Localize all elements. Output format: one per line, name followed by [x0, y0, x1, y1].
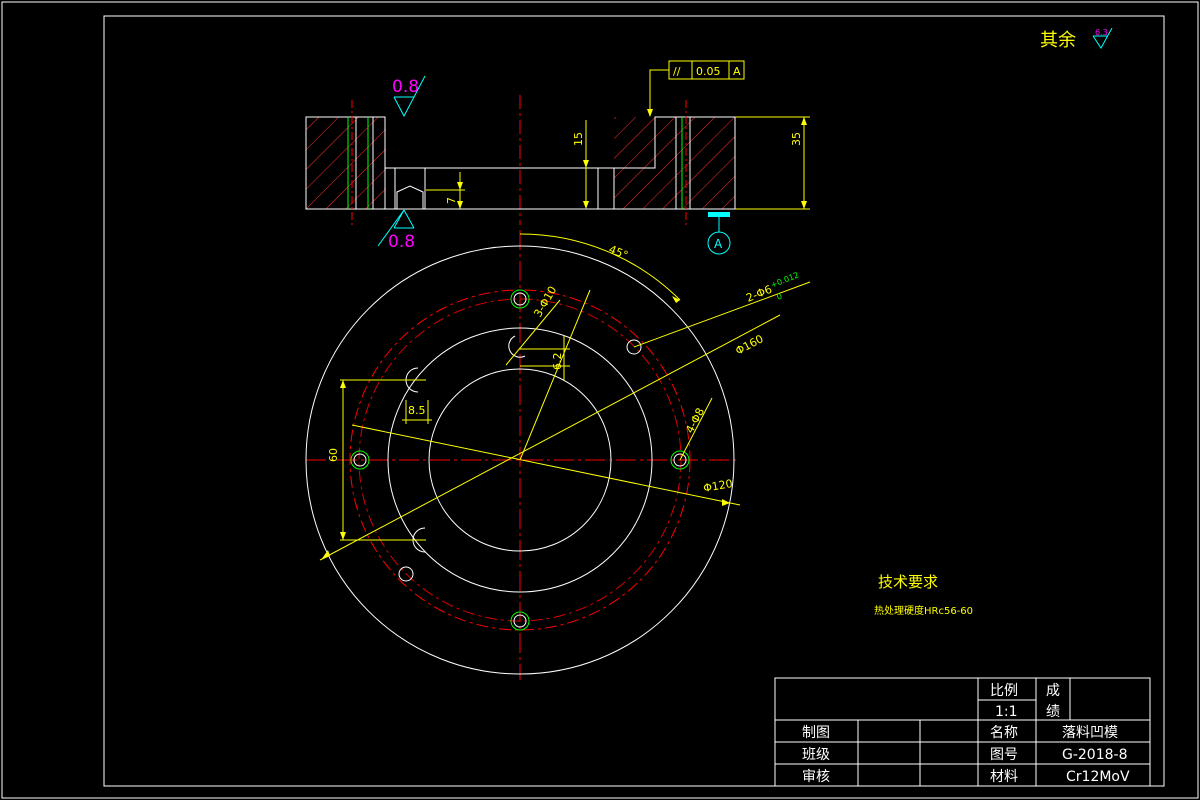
grade-label-2: 绩: [1046, 704, 1060, 720]
other-roughness-note: 其余 6.3: [1040, 27, 1113, 51]
material-label: 材料: [990, 769, 1018, 785]
total-height-dim: 35: [790, 132, 803, 146]
bolt-circle-dim: Φ120: [702, 477, 733, 495]
svg-text:0.8: 0.8: [388, 232, 415, 252]
tech-requirements: 技术要求 热处理硬度HRc56-60: [874, 573, 973, 617]
name-value: 落料凹模: [1062, 725, 1118, 741]
check-label: 审核: [802, 769, 830, 785]
svg-text://: //: [673, 65, 681, 78]
svg-text:A: A: [714, 237, 723, 251]
step-height-dim: 7: [445, 197, 458, 204]
name-label: 名称: [990, 725, 1018, 741]
hatch-right: [614, 117, 735, 209]
pin-tol-lower: 0: [775, 292, 783, 302]
svg-text:A: A: [733, 65, 741, 78]
angle-dim: 45°: [607, 243, 630, 262]
title-block: 比例 1:1 成 绩 制图 班级 审核 名称 落料凹模 图号 G-2018-8 …: [774, 677, 1151, 787]
svg-text:0.05: 0.05: [696, 65, 721, 78]
roughness-bottom: 0.8: [377, 209, 415, 252]
drawing-no-value: G-2018-8: [1062, 747, 1128, 763]
outer-border: [1, 1, 1199, 799]
drawing-no-label: 图号: [990, 747, 1018, 763]
pin-holes-dim: 2-Φ6: [744, 283, 774, 305]
cad-drawing: 15 35 7 0.8 0.8 // 0.05 A A 45° 60 8.5 6…: [1, 1, 1199, 799]
parallelism-tolerance: // 0.05 A: [647, 60, 745, 117]
class-label: 班级: [802, 747, 830, 763]
scale-value: 1:1: [995, 704, 1018, 720]
other-roughness-label: 其余: [1040, 30, 1076, 51]
offset-dim: 6.2: [551, 353, 564, 371]
slot-span-dim: 60: [327, 448, 340, 462]
bolt-hole: [350, 450, 370, 470]
hatch-left: [306, 117, 386, 209]
drawn-label: 制图: [802, 725, 830, 741]
slot-holes-dim: 4-Φ8: [683, 406, 707, 436]
slot-hole: [508, 335, 526, 358]
roughness-top: 0.8: [392, 75, 426, 118]
datum-a-mark: A: [707, 212, 731, 255]
other-roughness-value: 6.3: [1095, 28, 1108, 37]
outer-dia-dim: Φ160: [733, 332, 765, 357]
cavity-depth-dim: 15: [572, 132, 585, 146]
material-value: Cr12MoV: [1066, 769, 1130, 785]
plan-view: 45° 60 8.5 6.2 3-Φ10 2-Φ6 +0.012 0 Φ160 …: [305, 230, 811, 680]
section-view: 15 35 7 0.8 0.8 // 0.05 A A: [305, 60, 810, 255]
slot-width-dim: 8.5: [408, 404, 426, 417]
tech-req-title: 技术要求: [878, 573, 938, 591]
scale-label: 比例: [990, 683, 1018, 699]
grade-label-1: 成: [1046, 683, 1060, 699]
svg-text:0.8: 0.8: [392, 77, 419, 97]
tech-req-line: 热处理硬度HRc56-60: [874, 604, 973, 617]
bolt-holes-dim: 3-Φ10: [531, 284, 559, 320]
